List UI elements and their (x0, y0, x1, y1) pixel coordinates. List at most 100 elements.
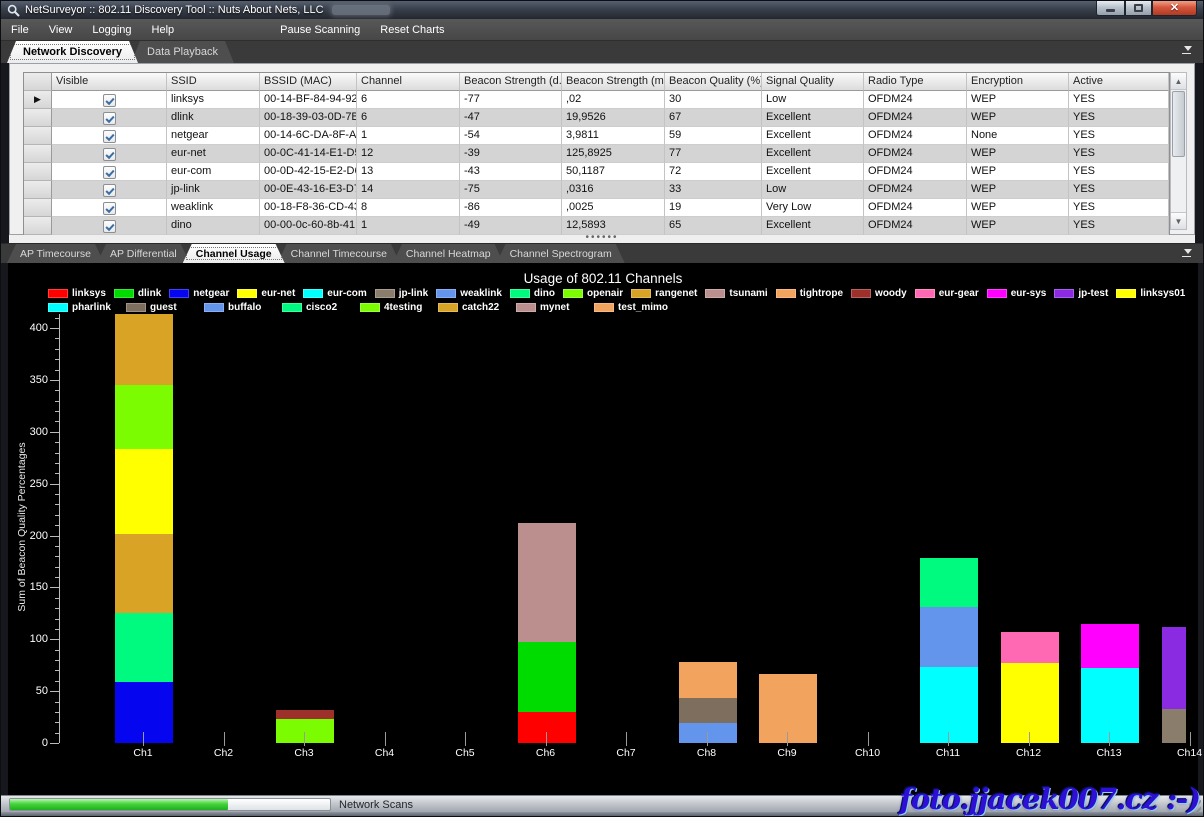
column-header-beacon-strength-d[interactable]: Beacon Strength (d... (460, 73, 562, 91)
column-header-encryption[interactable]: Encryption (967, 73, 1069, 91)
table-row[interactable]: eur-net00-0C-41-14-E1-D512-39125,892577E… (24, 145, 1169, 163)
table-scrollbar[interactable]: ▲ ▼ (1170, 72, 1187, 230)
column-header-radio-type[interactable]: Radio Type (864, 73, 967, 91)
menu-help[interactable]: Help (142, 21, 185, 39)
y-minor-tick (55, 515, 59, 516)
legend-swatch (48, 303, 68, 312)
column-header-channel[interactable]: Channel (357, 73, 460, 91)
cell-active: YES (1069, 217, 1169, 235)
tab-data-playback[interactable]: Data Playback (131, 41, 234, 63)
table-row[interactable]: eur-com00-0D-42-15-E2-D613-4350,118772Ex… (24, 163, 1169, 181)
tab-network-discovery[interactable]: Network Discovery (7, 41, 138, 63)
visible-checkbox[interactable] (103, 112, 116, 125)
column-header-bssid-mac[interactable]: BSSID (MAC) (260, 73, 357, 91)
cell-quality: 33 (665, 181, 762, 199)
bar-segment-pharlink (920, 667, 978, 743)
column-header-beacon-quality[interactable]: Beacon Quality (%) (665, 73, 762, 91)
scroll-down-icon[interactable]: ▼ (1171, 212, 1186, 229)
x-tick-label: Ch8 (675, 747, 739, 759)
visible-checkbox[interactable] (103, 130, 116, 143)
tab-list-icon[interactable] (1182, 46, 1193, 56)
table-row[interactable]: dlink00-18-39-03-0D-7B6-4719,952667Excel… (24, 109, 1169, 127)
table-row[interactable]: jp-link00-0E-43-16-E3-D714-75,031633LowO… (24, 181, 1169, 199)
row-header[interactable] (24, 163, 52, 181)
menu-bar: File View Logging Help Pause Scanning Re… (1, 19, 1203, 41)
maximize-button[interactable] (1125, 1, 1152, 16)
visible-checkbox[interactable] (103, 166, 116, 179)
title-bar[interactable]: NetSurveyor :: 802.11 Discovery Tool :: … (1, 1, 1203, 19)
stacked-bar-ch9 (759, 674, 817, 744)
legend-label: catch22 (462, 302, 499, 313)
column-header-beacon-strength-m[interactable]: Beacon Strength (m... (562, 73, 665, 91)
tab-channel-usage[interactable]: Channel Usage (183, 244, 285, 263)
table-row[interactable]: weaklink00-18-F8-36-CD-438-86,002519Very… (24, 199, 1169, 217)
app-magnifier-icon (7, 4, 20, 17)
pause-scanning-button[interactable]: Pause Scanning (270, 21, 370, 39)
current-row-indicator[interactable]: ▶ (24, 91, 52, 109)
visible-checkbox[interactable] (103, 202, 116, 215)
legend-label: jp-test (1078, 288, 1108, 299)
cell-beacon_mw: 125,8925 (562, 145, 665, 163)
legend-swatch (915, 289, 935, 298)
minimize-button[interactable] (1096, 1, 1125, 16)
table-row[interactable]: ▶linksys00-14-BF-84-94-926-77,0230LowOFD… (24, 91, 1169, 109)
tab-list-icon[interactable] (1182, 249, 1193, 259)
visible-checkbox[interactable] (103, 94, 116, 107)
legend-item-pharlink: pharlink (48, 302, 122, 313)
tab-channel-timecourse[interactable]: Channel Timecourse (278, 244, 400, 263)
stacked-bar-ch1 (115, 314, 173, 743)
cell-quality: 72 (665, 163, 762, 181)
tab-channel-spectrogram[interactable]: Channel Spectrogram (497, 244, 625, 263)
row-header[interactable] (24, 199, 52, 217)
legend-item-dlink: dlink (114, 288, 161, 299)
legend-label: jp-link (399, 288, 428, 299)
cell-channel: 14 (357, 181, 460, 199)
splitter-handle[interactable]: •••••• (9, 235, 1195, 243)
visible-checkbox[interactable] (103, 220, 116, 233)
scroll-up-icon[interactable]: ▲ (1171, 73, 1186, 90)
bar-segment-test_mimo (679, 662, 737, 698)
column-header-visible[interactable]: Visible (52, 73, 167, 91)
column-header-ssid[interactable]: SSID (167, 73, 260, 91)
close-button[interactable]: ✕ (1152, 1, 1197, 16)
column-header-active[interactable]: Active (1069, 73, 1169, 91)
row-header[interactable] (24, 181, 52, 199)
y-minor-tick (55, 349, 59, 350)
row-header[interactable] (24, 109, 52, 127)
main-tab-strip: Network Discovery Data Playback (1, 41, 1203, 63)
x-tick-label: Ch10 (836, 747, 900, 759)
tab-channel-heatmap[interactable]: Channel Heatmap (393, 244, 504, 263)
y-major-tick (50, 536, 59, 537)
chart-tab-strip: AP Timecourse AP Differential Channel Us… (1, 243, 1203, 263)
cell-channel: 1 (357, 217, 460, 235)
network-table: VisibleSSIDBSSID (MAC)ChannelBeacon Stre… (23, 72, 1170, 238)
menu-file[interactable]: File (1, 21, 39, 39)
tab-ap-timecourse[interactable]: AP Timecourse (7, 244, 104, 263)
x-tick (304, 732, 305, 746)
tab-ap-differential[interactable]: AP Differential (97, 244, 190, 263)
scrollbar-thumb[interactable] (1172, 91, 1185, 157)
bar-segment-dlink (518, 642, 576, 712)
menu-logging[interactable]: Logging (82, 21, 141, 39)
legend-item-eur-net: eur-net (237, 288, 295, 299)
cell-channel: 1 (357, 127, 460, 145)
row-header[interactable] (24, 217, 52, 235)
legend-swatch (303, 289, 323, 298)
legend-label: dlink (138, 288, 161, 299)
cell-bssid: 00-0C-41-14-E1-D5 (260, 145, 357, 163)
visible-checkbox[interactable] (103, 148, 116, 161)
reset-charts-button[interactable]: Reset Charts (370, 21, 454, 39)
legend-swatch (48, 289, 68, 298)
column-header-signal-quality[interactable]: Signal Quality (762, 73, 864, 91)
row-header[interactable] (24, 145, 52, 163)
cell-beacon_mw: 3,9811 (562, 127, 665, 145)
cell-radio: OFDM24 (864, 145, 967, 163)
bar-segment-jp-link (1162, 709, 1187, 743)
menu-view[interactable]: View (39, 21, 83, 39)
legend-label: dino (534, 288, 555, 299)
table-row[interactable]: netgear00-14-6C-DA-8F-A81-543,981159Exce… (24, 127, 1169, 145)
visible-checkbox[interactable] (103, 184, 116, 197)
legend-swatch (987, 289, 1007, 298)
row-header[interactable] (24, 127, 52, 145)
x-tick (948, 732, 949, 746)
